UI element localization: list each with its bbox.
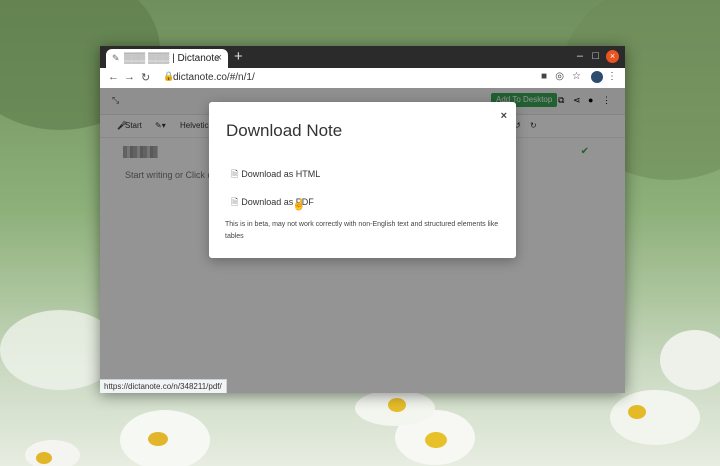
browser-tab[interactable]: ✎ ▒▒▒ ▒▒▒ | Dictanote × [106,49,228,68]
daisy-flower [25,440,80,466]
camera-icon[interactable]: ■ [541,71,547,82]
download-modal: Download Note × 🗎 Download as HTML 🗎 Downl… [209,102,516,258]
daisy-center [388,398,406,412]
daisy-center [425,432,447,448]
address-bar: ← → ↻ 🔒 dictanote.co/#/n/1/ ■ ◎ ☆ ⋮ [100,68,625,89]
daisy-center [36,452,52,464]
download-html-option[interactable]: 🗎 Download as HTML [231,167,320,183]
daisy-flower [660,330,720,390]
daisy-center [148,432,168,446]
bookmark-star-icon[interactable]: ☆ [572,71,581,82]
back-icon[interactable]: ← [108,71,119,83]
beta-note: This is in beta, may not work correctly … [225,221,499,240]
download-html-label: Download as HTML [241,169,321,179]
new-tab-button[interactable]: + [234,48,243,65]
url-text: dictanote.co/#/n/1/ [173,72,255,83]
modal-close-button[interactable]: × [501,110,507,122]
pen-icon: ✎ [112,53,120,63]
pdf-file-icon: 🗎 [231,197,239,207]
menu-dots-icon[interactable]: ⋮ [607,71,617,82]
profile-avatar[interactable] [591,71,603,83]
tab-bar: ✎ ▒▒▒ ▒▒▒ | Dictanote × + – □ × [100,46,625,68]
reload-icon[interactable]: ↻ [141,71,150,84]
tab-close-icon[interactable]: × [216,52,222,64]
tab-title: ▒▒▒ ▒▒▒ | Dictanote [124,53,220,64]
daisy-flower [610,390,700,445]
window-close-button[interactable]: × [606,50,619,63]
minimize-icon[interactable]: – [577,50,583,62]
sync-icon[interactable]: ◎ [555,71,564,82]
maximize-icon[interactable]: □ [592,50,599,62]
file-icon: 🗎 [231,169,239,179]
forward-icon[interactable]: → [124,71,135,83]
hand-cursor-icon: ☝ [292,199,306,211]
status-url: https://dictanote.co/n/348211/pdf/ [100,379,227,393]
daisy-center [628,405,646,419]
modal-title: Download Note [226,121,343,140]
